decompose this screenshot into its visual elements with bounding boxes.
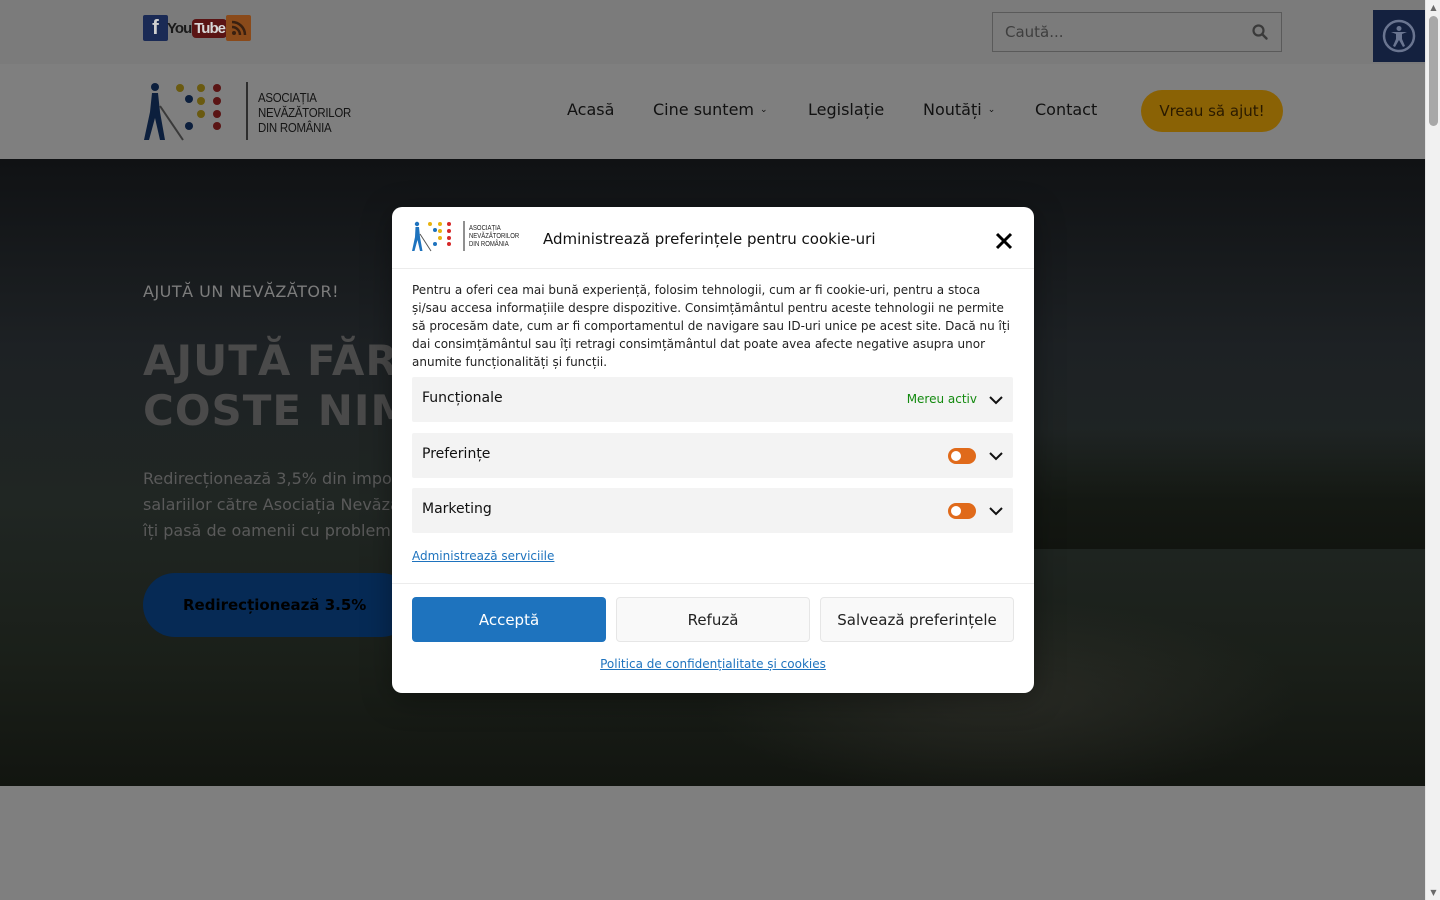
accessibility-button[interactable] [1373,10,1425,62]
cookie-consent-dialog: ASOCIAȚIA NEVĂZĂTORILOR DIN ROMÂNIA Admi… [392,207,1034,693]
redirect-button[interactable]: Redirecționează 3.5% [143,573,413,637]
nav-item-noutati[interactable]: Noutăți ⌄ [923,100,995,119]
nav-item-contact[interactable]: Contact [1035,100,1097,119]
search-input[interactable] [993,13,1239,51]
nav-label: Legislație [808,100,885,119]
nav-item-legislatie[interactable]: Legislație [808,100,884,119]
hero-title-line: COSTE NIM [143,386,414,435]
nav-item-acasa[interactable]: Acasă [567,100,614,119]
dialog-logo-text: ASOCIAȚIA NEVĂZĂTORILOR DIN ROMÂNIA [469,225,519,249]
category-label: Marketing [422,501,492,517]
facebook-icon[interactable]: f [143,15,168,41]
marketing-toggle[interactable] [948,503,976,519]
close-icon[interactable] [994,231,1014,251]
nav-label: Contact [1035,100,1098,119]
category-label: Funcționale [422,390,503,406]
top-bar: f You Tube [0,0,1425,64]
category-functional[interactable]: Funcționale Mereu activ [412,377,1013,422]
below-hero [0,786,1425,900]
page-scrollbar[interactable]: ▲ ▼ [1425,0,1440,900]
manage-services-link[interactable]: Administrează serviciile [412,549,554,563]
category-label: Preferințe [422,446,491,462]
social-links: f You Tube [143,15,251,41]
hero-title-line: AJUTĂ FĂR [143,336,399,385]
scroll-down-icon[interactable]: ▼ [1429,888,1438,897]
chevron-down-icon[interactable] [988,448,1004,464]
youtube-text: You [167,19,192,37]
dialog-header: ASOCIAȚIA NEVĂZĂTORILOR DIN ROMÂNIA Admi… [392,207,1034,269]
rss-icon[interactable] [226,15,251,41]
chevron-down-icon[interactable] [988,503,1004,519]
youtube-icon[interactable]: You Tube [167,15,227,41]
always-active-label: Mereu activ [906,392,977,406]
accessibility-icon [1382,19,1416,53]
logo-line: DIN ROMÂNIA [258,120,332,135]
deny-button[interactable]: Refuză [616,597,810,642]
chevron-down-icon: ⌄ [987,104,996,115]
nav-item-cine-suntem[interactable]: Cine suntem ⌄ [653,100,768,119]
logo-line: NEVĂZĂTORILOR [469,233,520,240]
search-box [992,12,1282,52]
scrollbar-thumb[interactable] [1429,16,1438,126]
logo-line: NEVĂZĂTORILOR [258,105,351,120]
chevron-down-icon[interactable] [988,392,1004,408]
preferences-toggle[interactable] [948,448,976,464]
dialog-divider [392,583,1034,584]
hero-kicker: AJUTĂ UN NEVĂZĂTOR! [143,282,339,301]
hero-title: AJUTĂ FĂR COSTE NIM [143,336,413,436]
youtube-tube: Tube [192,18,227,38]
privacy-policy-link: Politica de confidențialitate și cookies [392,657,1034,671]
search-icon[interactable] [1251,23,1269,41]
logo-line: DIN ROMÂNIA [469,241,509,248]
save-preferences-button[interactable]: Salvează preferințele [820,597,1014,642]
scroll-up-icon[interactable]: ▲ [1429,3,1438,12]
nav-label: Noutăți [923,100,982,119]
accept-button[interactable]: Acceptă [412,597,606,642]
category-preferences[interactable]: Preferințe [412,433,1013,478]
logo-line: ASOCIAȚIA [469,225,501,232]
dialog-title: Administrează preferințele pentru cookie… [543,230,876,248]
logo-text: ASOCIAȚIA NEVĂZĂTORILOR DIN ROMÂNIA [258,90,351,135]
nav-label: Acasă [567,100,615,119]
logo-line: ASOCIAȚIA [258,90,317,105]
chevron-down-icon: ⌄ [760,104,768,115]
nav-label: Cine suntem [653,100,755,119]
donate-button[interactable]: Vreau să ajut! [1141,90,1283,132]
privacy-policy-text[interactable]: Politica de confidențialitate și cookies [600,657,826,671]
dialog-message: Pentru a oferi cea mai bună experiență, … [412,283,1010,369]
category-marketing[interactable]: Marketing [412,488,1013,533]
